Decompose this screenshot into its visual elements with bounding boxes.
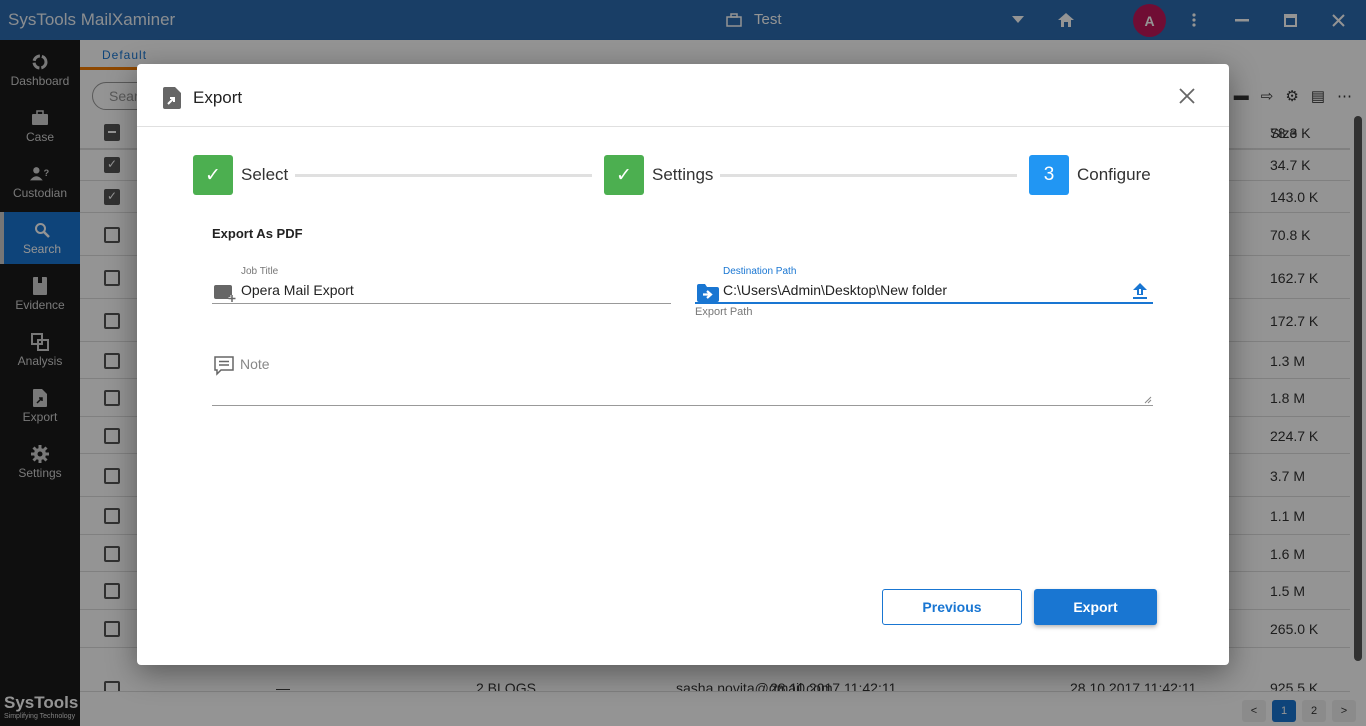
note-input[interactable]: Note (240, 356, 270, 372)
step-check-icon: ✓ (604, 155, 644, 195)
export-button[interactable]: Export (1034, 589, 1157, 625)
destination-path-field[interactable]: Destination Path C:\Users\Admin\Desktop\… (695, 264, 1153, 324)
section-title: Export As PDF (212, 226, 303, 241)
destination-path-label: Destination Path (723, 266, 797, 277)
step-number: 3 (1029, 155, 1069, 195)
add-title-icon (214, 285, 236, 302)
previous-button[interactable]: Previous (882, 589, 1022, 625)
step-select: ✓ Select (193, 155, 288, 195)
step-label: Select (241, 165, 289, 184)
field-underline (212, 303, 671, 304)
step-label: Configure (1077, 165, 1151, 184)
destination-path-input[interactable]: C:\Users\Admin\Desktop\New folder (723, 282, 947, 298)
step-connector (720, 174, 1017, 177)
destination-path-hint: Export Path (695, 306, 753, 318)
dialog-title: Export (193, 88, 243, 107)
step-label: Settings (652, 165, 714, 184)
step-connector (295, 174, 592, 177)
note-comment-icon (214, 356, 234, 376)
job-title-field[interactable]: Job Title Opera Mail Export (212, 264, 671, 309)
dialog-header: Export (137, 64, 1229, 127)
field-underline (212, 405, 1153, 406)
note-field[interactable]: Note (212, 352, 1153, 407)
export-dialog: Export ✓ Select ✓ Settings 3 Configure E… (137, 64, 1229, 665)
step-configure: 3 Configure (1029, 155, 1151, 195)
upload-browse-icon[interactable] (1132, 282, 1148, 300)
step-check-icon: ✓ (193, 155, 233, 195)
close-dialog-icon[interactable] (1177, 86, 1197, 106)
folder-arrow-icon (697, 284, 719, 302)
export-file-icon (163, 87, 181, 109)
job-title-label: Job Title (241, 266, 279, 277)
job-title-input[interactable]: Opera Mail Export (241, 282, 354, 298)
resize-handle-icon[interactable] (1144, 396, 1152, 404)
field-underline-focused (695, 302, 1153, 304)
step-settings: ✓ Settings (604, 155, 713, 195)
